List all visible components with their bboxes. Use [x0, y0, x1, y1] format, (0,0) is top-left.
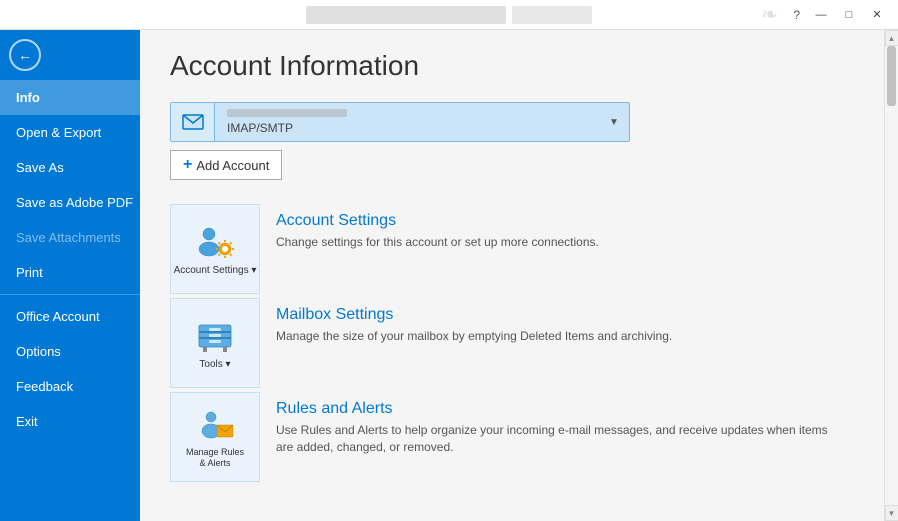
mailbox-settings-icon-box: Tools ▾ [170, 298, 260, 388]
account-settings-icon [193, 223, 237, 261]
scrollbar-thumb[interactable] [887, 46, 896, 106]
account-settings-title: Account Settings [276, 212, 838, 230]
sidebar-item-save-attachments: Save Attachments [0, 220, 140, 255]
rules-alerts-card[interactable]: Manage Rules& Alerts Rules and Alerts Us… [170, 392, 854, 482]
account-settings-card[interactable]: Account Settings ▾ Account Settings Chan… [170, 204, 854, 294]
titlebar: ❧ ? — □ ✕ [0, 0, 898, 30]
scroll-up-arrow[interactable]: ▲ [885, 30, 898, 46]
rules-icon-label: Manage Rules& Alerts [186, 447, 244, 469]
main-inner: Account Information IMAP/SMTP ▼ [140, 30, 884, 521]
account-chevron-icon: ▼ [599, 117, 629, 128]
tools-icon [193, 317, 237, 355]
account-name-blur [227, 109, 347, 117]
sidebar-item-exit[interactable]: Exit [0, 404, 140, 439]
mailbox-settings-text: Mailbox Settings Manage the size of your… [260, 298, 854, 353]
minimize-button[interactable]: — [808, 5, 834, 25]
tools-icon-label: Tools ▾ [199, 359, 230, 370]
sidebar-item-save-as[interactable]: Save As [0, 150, 140, 185]
window-controls: — □ ✕ [808, 5, 890, 25]
page-title: Account Information [170, 50, 854, 82]
scrollbar-track[interactable] [885, 46, 898, 505]
app-body: ← Info Open & Export Save As Save as Ado… [0, 30, 898, 521]
sidebar-item-office-account[interactable]: Office Account [0, 299, 140, 334]
email-icon [181, 110, 205, 134]
sidebar-item-save-adobe[interactable]: Save as Adobe PDF [0, 185, 140, 220]
titlebar-center [306, 6, 592, 24]
account-settings-icon-label: Account Settings ▾ [174, 265, 257, 276]
main-content: Account Information IMAP/SMTP ▼ [140, 30, 884, 521]
back-button[interactable]: ← [0, 30, 50, 80]
add-icon: + [183, 156, 192, 174]
sidebar-divider [0, 294, 140, 295]
mailbox-settings-title: Mailbox Settings [276, 306, 838, 324]
account-dropdown[interactable]: IMAP/SMTP ▼ [170, 102, 630, 142]
sidebar-item-options[interactable]: Options [0, 334, 140, 369]
rules-alerts-icon-box: Manage Rules& Alerts [170, 392, 260, 482]
back-circle-icon: ← [9, 39, 41, 71]
help-label: ? [793, 8, 800, 22]
rules-alerts-text: Rules and Alerts Use Rules and Alerts to… [260, 392, 854, 464]
sidebar: ← Info Open & Export Save As Save as Ado… [0, 30, 140, 521]
account-settings-text: Account Settings Change settings for thi… [260, 204, 854, 259]
account-icon-box [171, 103, 215, 141]
scrollbar[interactable]: ▲ ▼ [884, 30, 898, 521]
sidebar-item-print[interactable]: Print [0, 255, 140, 290]
decorative-swirl: ❧ [761, 2, 778, 27]
mailbox-settings-desc: Manage the size of your mailbox by empty… [276, 328, 838, 345]
sidebar-nav: Info Open & Export Save As Save as Adobe… [0, 80, 140, 521]
rules-alerts-title: Rules and Alerts [276, 400, 838, 418]
sidebar-item-info[interactable]: Info [0, 80, 140, 115]
close-button[interactable]: ✕ [864, 5, 890, 25]
rules-alerts-desc: Use Rules and Alerts to help organize yo… [276, 422, 838, 456]
account-settings-desc: Change settings for this account or set … [276, 234, 838, 251]
address-bar [306, 6, 506, 24]
scroll-down-arrow[interactable]: ▼ [885, 505, 898, 521]
sidebar-item-feedback[interactable]: Feedback [0, 369, 140, 404]
maximize-button[interactable]: □ [836, 5, 862, 25]
search-bar [512, 6, 592, 24]
sidebar-item-open-export[interactable]: Open & Export [0, 115, 140, 150]
rules-icon [193, 405, 237, 443]
mailbox-settings-card[interactable]: Tools ▾ Mailbox Settings Manage the size… [170, 298, 854, 388]
account-settings-icon-box: Account Settings ▾ [170, 204, 260, 294]
account-label: IMAP/SMTP [215, 109, 599, 135]
add-account-button[interactable]: + Add Account [170, 150, 282, 180]
account-type: IMAP/SMTP [227, 121, 587, 135]
add-account-label: Add Account [196, 158, 269, 173]
